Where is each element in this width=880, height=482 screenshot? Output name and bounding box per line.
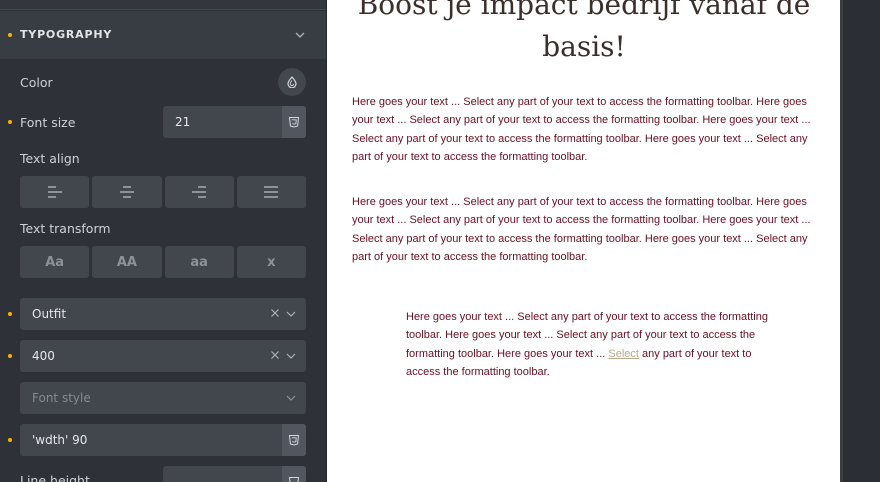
page-canvas: Boost je impact bedrijf vanaf de basis! … [326, 0, 840, 482]
right-gutter [840, 0, 880, 482]
chevron-down-icon [286, 353, 296, 359]
modified-indicator [8, 354, 12, 358]
text-transform-label: Text transform [20, 221, 111, 236]
align-justify-button[interactable] [236, 176, 306, 208]
text-paragraph[interactable]: Here goes your text ... Select any part … [352, 93, 812, 167]
modified-indicator [8, 120, 12, 124]
chevron-down-icon [295, 32, 305, 38]
font-family-select[interactable]: Outfit [20, 298, 306, 330]
font-weight-value: 400 [32, 349, 55, 363]
css3-icon [288, 477, 300, 482]
font-weight-select[interactable]: 400 [20, 340, 306, 372]
line-height-input[interactable] [163, 466, 306, 482]
font-style-select[interactable]: Font style [20, 382, 306, 414]
css-unit-button[interactable] [282, 106, 306, 138]
gutter-strip [840, 0, 843, 482]
modified-indicator [8, 438, 12, 442]
chevron-down-icon [286, 395, 296, 401]
selected-word[interactable]: Select [608, 348, 639, 360]
css3-icon [288, 435, 300, 446]
text-align-label: Text align [20, 151, 80, 166]
align-center-button[interactable] [92, 176, 162, 208]
heading-line: Boost je impact bedrijf vanaf de [357, 0, 811, 21]
align-right-button[interactable] [164, 176, 234, 208]
align-right-icon [192, 186, 207, 198]
transform-none-button[interactable]: x [236, 246, 306, 278]
text-paragraph[interactable]: Here goes your text ... Select any part … [352, 193, 812, 267]
settings-panel: TYPOGRAPHY Color Font size 21 Text align [0, 0, 326, 482]
clear-icon[interactable] [270, 308, 280, 318]
font-variation-input[interactable]: 'wdth' 90 [20, 424, 306, 456]
section-title: TYPOGRAPHY [20, 28, 113, 41]
modified-indicator [8, 33, 12, 37]
font-family-value: Outfit [32, 307, 67, 321]
page-heading[interactable]: Boost je impact bedrijf vanaf de basis! [327, 0, 841, 68]
font-size-value: 21 [175, 115, 191, 129]
font-variation-value: 'wdth' 90 [32, 433, 88, 447]
align-left-button[interactable] [20, 176, 90, 208]
modified-indicator [8, 312, 12, 316]
color-picker-button[interactable] [278, 68, 306, 96]
font-size-input[interactable]: 21 [163, 106, 306, 138]
selected-text-paragraph[interactable]: Here goes your text ... Select any part … [406, 308, 768, 382]
align-center-icon [119, 186, 134, 198]
transform-lowercase-button[interactable]: aa [164, 246, 234, 278]
align-left-icon [47, 186, 62, 198]
typography-section-header[interactable]: TYPOGRAPHY [0, 11, 326, 59]
transform-uppercase-button[interactable]: AA [92, 246, 162, 278]
font-style-placeholder: Font style [32, 391, 91, 405]
heading-line: basis! [542, 30, 626, 63]
chevron-down-icon [286, 311, 296, 317]
align-justify-icon [264, 186, 279, 198]
text-transform-group: Aa AA aa x [20, 246, 306, 278]
color-label: Color [20, 75, 53, 90]
css-unit-button[interactable] [282, 424, 306, 456]
clear-icon[interactable] [270, 350, 280, 360]
line-height-label: Line height [20, 473, 90, 482]
text-align-group [20, 176, 306, 208]
transform-capitalize-button[interactable]: Aa [20, 246, 90, 278]
droplet-icon [287, 76, 297, 88]
panel-top-bar [0, 0, 326, 10]
font-size-label: Font size [20, 115, 76, 130]
css-unit-button[interactable] [282, 466, 306, 482]
css3-icon [288, 117, 300, 128]
